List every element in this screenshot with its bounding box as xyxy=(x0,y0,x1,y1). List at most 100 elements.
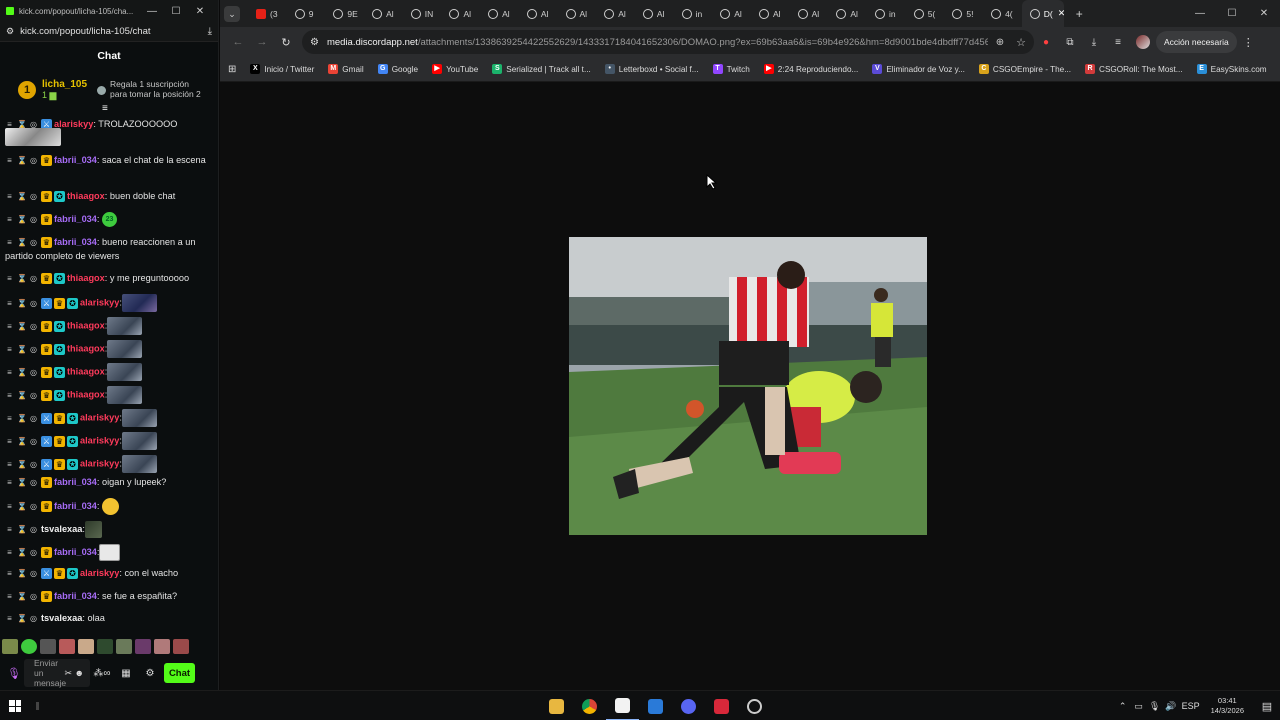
chat-username[interactable]: alariskyy xyxy=(80,412,119,422)
bookmark-item[interactable]: G Google xyxy=(377,64,418,74)
mod-shield-icon[interactable]: ◎ xyxy=(29,569,38,578)
chat-username[interactable]: thiaagox xyxy=(67,343,105,353)
timeout-icon[interactable]: ⌛ xyxy=(17,215,27,224)
chat-username[interactable]: alariskyy xyxy=(80,297,119,307)
mod-shield-icon[interactable]: ◎ xyxy=(29,478,38,487)
bookmark-item[interactable]: X Inicio / Twitter xyxy=(250,64,314,74)
emote-image[interactable] xyxy=(135,638,151,654)
extension-icon[interactable]: ● xyxy=(1034,37,1058,48)
browser-tab[interactable]: Al xyxy=(712,0,751,27)
back-icon[interactable]: ← xyxy=(226,36,250,48)
language-indicator[interactable]: ESP xyxy=(1179,701,1203,711)
chat-username[interactable]: alariskyy xyxy=(80,435,119,445)
pin-icon[interactable]: ≡ xyxy=(5,460,14,469)
browser-tab[interactable]: in xyxy=(674,0,713,27)
site-settings-icon[interactable]: ⚙ xyxy=(6,26,14,37)
mod-shield-icon[interactable]: ◎ xyxy=(29,502,38,511)
emote-image[interactable] xyxy=(40,638,56,654)
steam-icon[interactable] xyxy=(738,691,771,720)
browser-tab[interactable]: 4( xyxy=(983,0,1022,27)
chat-username[interactable]: thiaagox xyxy=(67,320,105,330)
mic-icon[interactable]: 🎙 xyxy=(4,660,24,686)
browser-tab[interactable]: in xyxy=(867,0,906,27)
browser-tab[interactable]: IN xyxy=(403,0,442,27)
browser-tab[interactable]: 9 xyxy=(287,0,326,27)
browser-tab[interactable]: Al xyxy=(790,0,829,27)
chat-username[interactable]: thiaagox xyxy=(67,366,105,376)
maximize-button[interactable]: ☐ xyxy=(1216,8,1248,19)
pin-icon[interactable]: ≡ xyxy=(5,614,14,623)
bookmark-item[interactable]: R CSGORoll: The Most... xyxy=(1085,64,1183,74)
emote-image[interactable] xyxy=(21,638,37,654)
pin-icon[interactable]: ≡ xyxy=(5,569,14,578)
timeout-icon[interactable]: ⌛ xyxy=(17,437,27,446)
search-icon[interactable] xyxy=(36,702,39,710)
reload-icon[interactable]: ↻ xyxy=(274,36,298,49)
emote-image[interactable] xyxy=(154,638,170,654)
mod-shield-icon[interactable]: ◎ xyxy=(29,460,38,469)
bookmark-item[interactable]: T Twitch xyxy=(712,64,750,74)
timeout-icon[interactable]: ⌛ xyxy=(17,502,27,511)
bookmark-item[interactable]: ▶ 2:24 Reproduciendo... xyxy=(763,64,858,74)
pin-icon[interactable]: ≡ xyxy=(5,414,14,423)
downloads-icon[interactable]: ⤓ xyxy=(1082,37,1106,48)
mod-shield-icon[interactable]: ◎ xyxy=(29,215,38,224)
bookmark-item[interactable]: E EasySkins.com xyxy=(1196,64,1267,74)
browser-tab[interactable]: (3 xyxy=(248,0,287,27)
browser-tab[interactable]: Al xyxy=(519,0,558,27)
close-button[interactable]: ✕ xyxy=(188,6,212,17)
browser-tab[interactable]: Al xyxy=(596,0,635,27)
pin-icon[interactable]: ≡ xyxy=(5,437,14,446)
timeout-icon[interactable]: ⌛ xyxy=(17,391,27,400)
site-info-icon[interactable]: ⚙ xyxy=(310,37,319,48)
minimize-button[interactable]: — xyxy=(1184,8,1216,19)
new-tab-button[interactable]: + xyxy=(1076,7,1083,21)
browser-tab[interactable]: 9E xyxy=(325,0,364,27)
timeout-icon[interactable]: ⌛ xyxy=(17,569,27,578)
close-button[interactable]: ✕ xyxy=(1248,8,1280,19)
timeout-icon[interactable]: ⌛ xyxy=(17,478,27,487)
send-chat-button[interactable]: Chat xyxy=(164,663,195,683)
chat-username[interactable]: alariskyy xyxy=(80,568,119,578)
pin-icon[interactable]: ≡ xyxy=(5,299,14,308)
mod-shield-icon[interactable]: ◎ xyxy=(29,238,38,247)
tray-overflow-icon[interactable]: ⌃ xyxy=(1115,701,1131,712)
close-tab-icon[interactable]: ✕ xyxy=(1058,8,1064,19)
address-bar[interactable]: ⚙ media.discordapp.net /attachments/1338… xyxy=(302,30,1034,54)
pin-icon[interactable]: ≡ xyxy=(5,156,14,165)
extensions-puzzle-icon[interactable]: ⧉ xyxy=(1058,37,1082,48)
bookmark-item[interactable]: ▶ YouTube xyxy=(432,64,478,74)
chat-username[interactable]: fabrii_034 xyxy=(54,237,97,247)
discord-icon[interactable] xyxy=(672,691,705,720)
timeout-icon[interactable]: ⌛ xyxy=(17,322,27,331)
chat-username[interactable]: fabrii_034 xyxy=(54,155,97,165)
timeout-icon[interactable]: ⌛ xyxy=(17,548,27,557)
pin-icon[interactable]: ≡ xyxy=(5,548,14,557)
mod-shield-icon[interactable]: ◎ xyxy=(29,592,38,601)
bookmark-item[interactable]: S Serialized | Track all t... xyxy=(492,64,591,74)
forward-icon[interactable]: → xyxy=(250,36,274,48)
pin-icon[interactable]: ≡ xyxy=(5,368,14,377)
chat-username[interactable]: fabrii_034 xyxy=(54,477,97,487)
emote-image[interactable] xyxy=(78,638,94,654)
clock[interactable]: 03:41 14/3/2026 xyxy=(1211,696,1244,716)
browser-tab[interactable]: Al xyxy=(364,0,403,27)
chat-username[interactable]: alariskyy xyxy=(80,458,119,468)
mod-shield-icon[interactable]: ◎ xyxy=(29,437,38,446)
mod-shield-icon[interactable]: ◎ xyxy=(29,548,38,557)
mod-shield-icon[interactable]: ◎ xyxy=(29,322,38,331)
chat-username[interactable]: thiaagox xyxy=(67,389,105,399)
emote-image[interactable] xyxy=(97,638,113,654)
timeout-icon[interactable]: ⌛ xyxy=(17,238,27,247)
browser-tab[interactable]: D(✕ xyxy=(1021,0,1064,27)
gift-sub-prompt[interactable]: Regala 1 suscripción para tomar la posici… xyxy=(97,79,201,100)
browser-tab[interactable]: Al xyxy=(828,0,867,27)
emote-picker-icon[interactable]: ✂ ☻ xyxy=(64,668,84,678)
pin-icon[interactable]: ≡ xyxy=(5,215,14,224)
file-explorer-icon[interactable] xyxy=(540,691,573,720)
browser-tab[interactable]: Al xyxy=(635,0,674,27)
emote-image[interactable] xyxy=(2,638,18,654)
notepad-icon[interactable] xyxy=(606,691,639,720)
mod-shield-icon[interactable]: ◎ xyxy=(29,299,38,308)
settings-gear-icon[interactable]: ⚙ xyxy=(138,668,162,679)
